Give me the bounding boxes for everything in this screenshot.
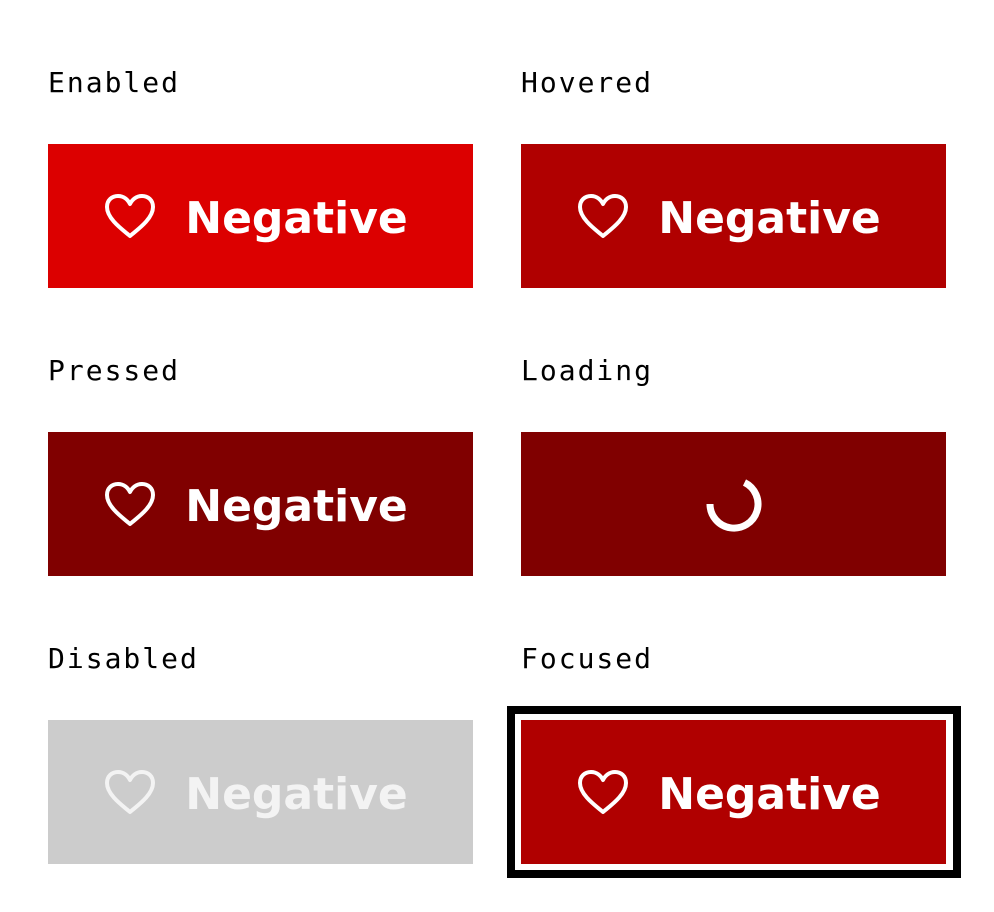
button-label: Negative <box>185 769 408 820</box>
label-hovered: Hovered <box>521 66 654 99</box>
heart-icon <box>576 768 630 816</box>
button-label: Negative <box>658 193 881 244</box>
negative-button-pressed[interactable]: Negative <box>48 432 473 576</box>
label-pressed: Pressed <box>48 354 181 387</box>
button-label: Negative <box>185 481 408 532</box>
heart-icon <box>103 480 157 528</box>
button-label: Negative <box>185 193 408 244</box>
negative-button-focused[interactable]: Negative <box>521 720 946 864</box>
negative-button-hovered[interactable]: Negative <box>521 144 946 288</box>
label-disabled: Disabled <box>48 642 199 675</box>
button-label: Negative <box>658 769 881 820</box>
heart-icon <box>103 192 157 240</box>
negative-button-disabled: Negative <box>48 720 473 864</box>
label-enabled: Enabled <box>48 66 181 99</box>
label-focused: Focused <box>521 642 654 675</box>
label-loading: Loading <box>521 354 654 387</box>
negative-button-enabled[interactable]: Negative <box>48 144 473 288</box>
heart-icon <box>103 768 157 816</box>
negative-button-loading[interactable] <box>521 432 946 576</box>
spinner-icon <box>705 479 761 532</box>
heart-icon <box>576 192 630 240</box>
